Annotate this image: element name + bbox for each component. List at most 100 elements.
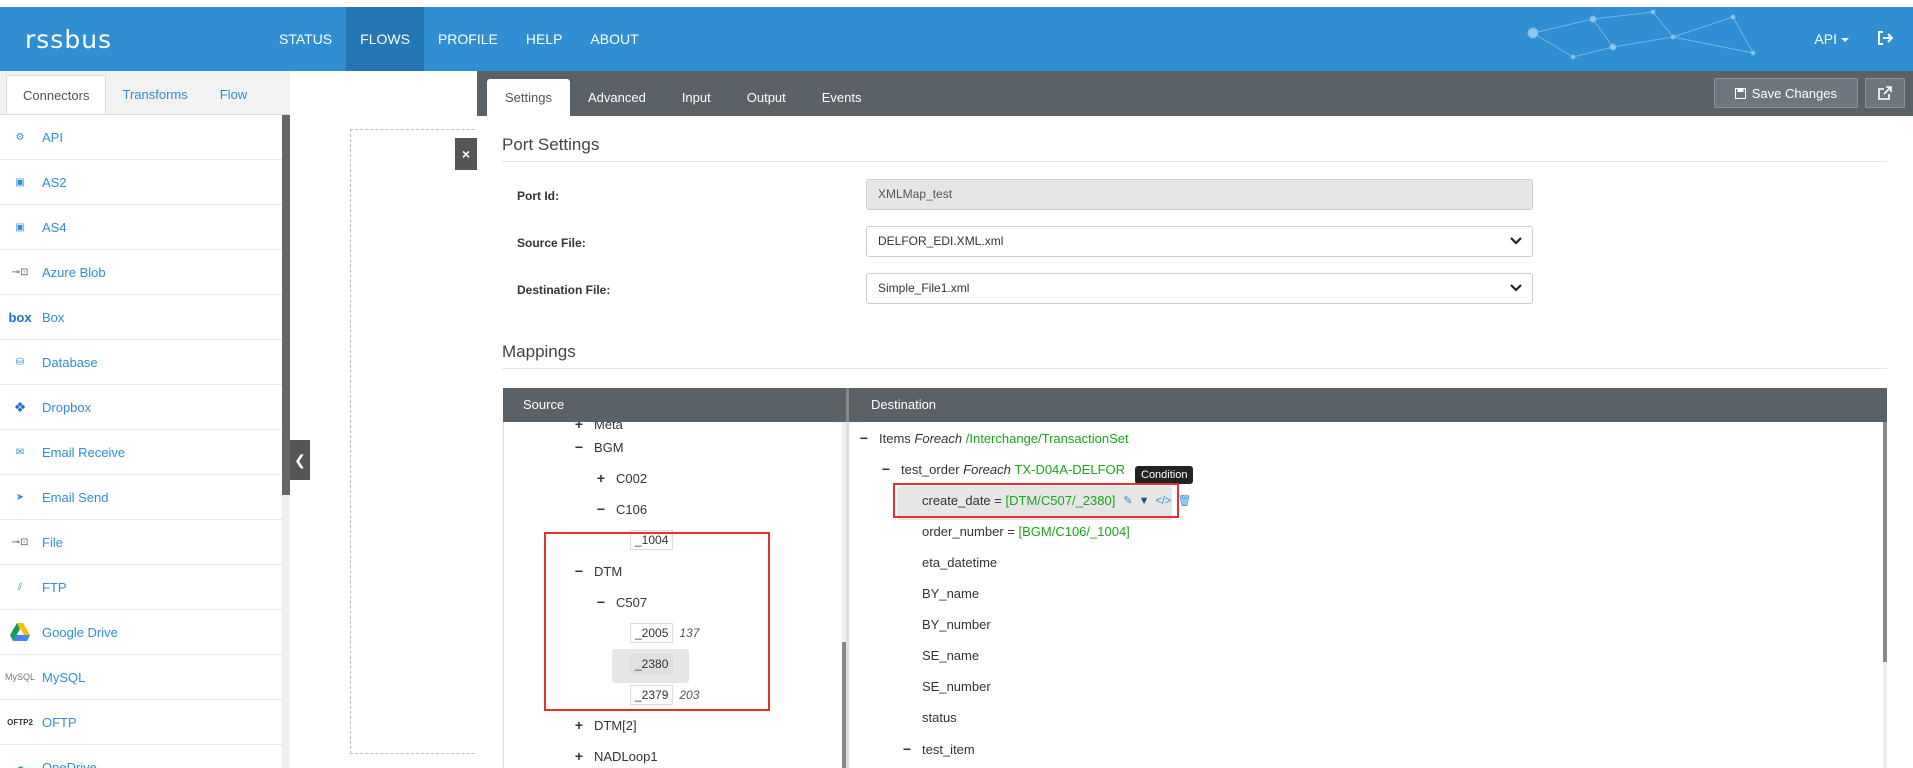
tab-transforms[interactable]: Transforms: [106, 75, 203, 114]
destination-scrollbar[interactable]: [1883, 422, 1887, 768]
scrollbar-thumb[interactable]: [282, 115, 290, 495]
connector-email-receive[interactable]: ✉ Email Receive: [0, 430, 282, 475]
destination-file-label: Destination File:: [517, 283, 611, 297]
tree-node-c002[interactable]: + C002: [594, 470, 647, 486]
connector-as4[interactable]: ▣ AS4: [0, 205, 282, 250]
port-id-field[interactable]: XMLMap_test: [866, 179, 1533, 210]
collapse-icon[interactable]: −: [900, 741, 914, 757]
nav-profile[interactable]: PROFILE: [424, 7, 512, 71]
port-id-label: Port Id:: [517, 189, 559, 203]
collapse-icon[interactable]: −: [572, 439, 586, 455]
tree-node-test-order[interactable]: − test_order Foreach TX-D04A-DELFOR: [879, 461, 1125, 477]
mapping-eta-datetime[interactable]: eta_datetime: [922, 555, 997, 570]
trash-icon[interactable]: 🗑: [1177, 494, 1191, 507]
tree-node-nadloop1[interactable]: + NADLoop1: [572, 748, 658, 764]
collapse-icon[interactable]: −: [879, 461, 893, 477]
as2-icon: ▣: [15, 176, 25, 188]
connector-google-drive[interactable]: Google Drive: [0, 610, 282, 655]
tab-flow[interactable]: Flow: [204, 75, 263, 114]
panel-tabs: Settings Advanced Input Output Events: [487, 79, 880, 116]
collapse-sidebar-button[interactable]: ❮: [290, 440, 310, 480]
close-icon: ×: [461, 146, 471, 162]
ftp-icon: ⫽: [17, 581, 23, 593]
connector-sidebar: Connectors Transforms Flow ⚙ API ▣ AS2 ▣ AS…: [0, 71, 290, 768]
destination-file-select[interactable]: Simple_File1.xml: [866, 273, 1533, 304]
connector-api[interactable]: ⚙ API: [0, 115, 282, 160]
mapping-by-number[interactable]: BY_number: [922, 617, 991, 632]
expand-icon[interactable]: +: [572, 422, 586, 432]
paper-plane-icon: ➤: [15, 491, 25, 503]
tab-events[interactable]: Events: [804, 79, 880, 116]
sidebar-tabs: Connectors Transforms Flow: [0, 71, 290, 115]
chevron-down-icon: [1510, 237, 1522, 245]
rssbus-logo[interactable]: rssbus: [25, 25, 112, 54]
logout-icon[interactable]: [1877, 30, 1894, 48]
tab-output[interactable]: Output: [729, 79, 804, 116]
tree-node-dtm2[interactable]: + DTM[2]: [572, 717, 637, 733]
save-changes-button[interactable]: Save Changes: [1713, 78, 1858, 108]
flow-canvas[interactable]: [290, 71, 500, 768]
connector-box[interactable]: box Box: [0, 295, 282, 340]
annotation-highlight-box: [893, 483, 1179, 518]
tree-node-c106[interactable]: − C106: [594, 501, 647, 517]
panel-header: Settings Advanced Input Output Events Sa…: [477, 71, 1913, 116]
nav-about[interactable]: ABOUT: [576, 7, 652, 71]
mapping-order-number[interactable]: order_number = [BGM/C106/_1004]: [922, 524, 1130, 539]
collapse-icon[interactable]: −: [857, 430, 871, 446]
box-icon: box: [8, 309, 32, 325]
as4-icon: ▣: [15, 221, 25, 233]
tab-settings[interactable]: Settings: [487, 79, 570, 116]
connector-oftp[interactable]: OFTP2 OFTP: [0, 700, 282, 745]
collapse-icon[interactable]: −: [594, 501, 608, 517]
destination-tree: − Items Foreach /Interchange/TransactionS…: [849, 422, 1879, 768]
connector-list: ⚙ API ▣ AS2 ▣ AS4 ⊸⊡ Azure Blob box Box ⛁ Data…: [0, 115, 282, 768]
nav-flows[interactable]: FLOWS: [346, 7, 424, 71]
expand-icon[interactable]: +: [572, 748, 586, 764]
oftp-icon: OFTP2: [7, 717, 33, 727]
scrollbar-thumb[interactable]: [1883, 422, 1887, 662]
port-settings-title: Port Settings: [502, 135, 600, 154]
gear-icon: ⚙: [15, 131, 25, 143]
connector-ftp[interactable]: ⫽ FTP: [0, 565, 282, 610]
divider: [502, 368, 1887, 369]
close-panel-button[interactable]: ×: [455, 138, 477, 170]
expand-icon[interactable]: +: [572, 717, 586, 733]
connector-as2[interactable]: ▣ AS2: [0, 160, 282, 205]
mapping-se-name[interactable]: SE_name: [922, 648, 979, 663]
tree-node-test-item[interactable]: − test_item: [900, 741, 975, 757]
email-receive-icon: ✉: [15, 446, 25, 458]
tab-connectors[interactable]: Connectors: [6, 75, 107, 114]
mapping-se-number[interactable]: SE_number: [922, 679, 991, 694]
top-navbar: rssbus STATUS FLOWS PROFILE HELP ABOUT A…: [0, 7, 1913, 71]
nav-help[interactable]: HELP: [512, 7, 577, 71]
mysql-icon: MySQL: [5, 672, 36, 682]
connector-file[interactable]: ⊸⊡ File: [0, 520, 282, 565]
source-file-select[interactable]: DELFOR_EDI.XML.xml: [866, 226, 1533, 257]
mappings-editor: Source Destination + Meta − BGM + C002 − C10…: [503, 388, 1887, 768]
condition-tooltip: Condition: [1135, 466, 1194, 484]
source-header: Source: [523, 397, 565, 412]
open-external-button[interactable]: [1865, 78, 1905, 108]
tree-node-items[interactable]: − Items Foreach /Interchange/TransactionS…: [857, 430, 1129, 446]
tree-node-meta[interactable]: + Meta: [572, 422, 623, 432]
database-icon: ⛁: [15, 356, 25, 368]
connector-azure-blob[interactable]: ⊸⊡ Azure Blob: [0, 250, 282, 295]
sidebar-scrollbar[interactable]: [282, 115, 290, 768]
connector-onedrive[interactable]: ☁ OneDrive: [0, 745, 282, 768]
mapping-status[interactable]: status: [922, 710, 957, 725]
google-drive-icon: [8, 622, 32, 642]
tree-node-bgm[interactable]: − BGM: [572, 439, 624, 455]
connector-email-send[interactable]: ➤ Email Send: [0, 475, 282, 520]
tab-input[interactable]: Input: [664, 79, 729, 116]
tab-advanced[interactable]: Advanced: [570, 79, 664, 116]
mapping-by-name[interactable]: BY_name: [922, 586, 979, 601]
dropbox-icon: ❖: [13, 398, 27, 415]
connector-mysql[interactable]: MySQL MySQL: [0, 655, 282, 700]
expand-icon[interactable]: +: [594, 470, 608, 486]
api-dropdown[interactable]: API: [1814, 31, 1849, 47]
caret-down-icon: [1841, 38, 1849, 43]
destination-header: Destination: [846, 388, 936, 422]
nav-status[interactable]: STATUS: [265, 7, 346, 71]
connector-dropbox[interactable]: ❖ Dropbox: [0, 385, 282, 430]
connector-database[interactable]: ⛁ Database: [0, 340, 282, 385]
